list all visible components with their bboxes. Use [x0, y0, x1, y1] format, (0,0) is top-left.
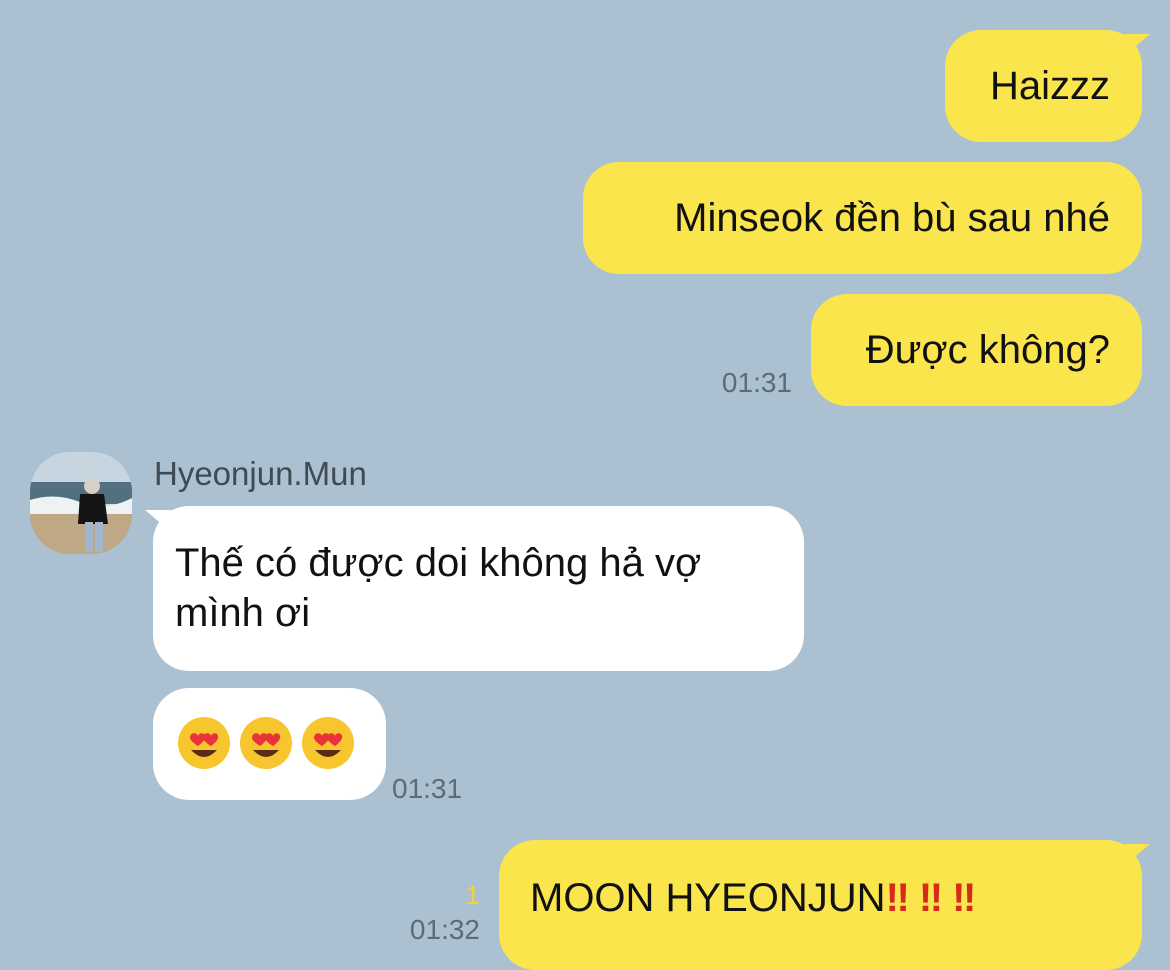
sender-avatar[interactable] — [30, 452, 132, 554]
message-timestamp: 01:31 — [392, 773, 463, 804]
heart-eyes-emoji-icon — [177, 716, 231, 782]
message-timestamp: 01:32 — [409, 914, 480, 945]
message-text: Được không? — [865, 328, 1110, 372]
heart-eyes-emoji-icon — [301, 716, 355, 782]
outgoing-message-bubble[interactable]: MOON HYEONJUN‼ ‼ ‼ — [499, 840, 1142, 970]
incoming-message-bubble[interactable] — [153, 688, 386, 800]
double-exclamation-icon: ‼ — [885, 876, 910, 920]
unread-count: 1 — [465, 880, 480, 910]
outgoing-message-bubble[interactable]: Minseok đền bù sau nhé — [583, 162, 1142, 274]
message-text: Minseok đền bù sau nhé — [674, 196, 1110, 240]
message-text: Thế có được doi không hả vợ mình ơi — [175, 541, 702, 635]
person-on-beach-image — [30, 452, 132, 554]
outgoing-message-bubble[interactable]: Được không? — [811, 294, 1142, 406]
incoming-message-bubble[interactable]: Thế có được doi không hả vợ mình ơi — [153, 506, 804, 671]
bubble-tail — [145, 510, 171, 532]
double-exclamation-icon: ‼ — [918, 876, 943, 920]
message-timestamp: 01:31 — [721, 367, 792, 398]
double-exclamation-icon: ‼ — [952, 876, 976, 920]
message-text: MOON HYEONJUN — [530, 876, 886, 920]
bubble-tail — [1124, 34, 1150, 56]
message-text: Haizzz — [989, 64, 1110, 108]
heart-eyes-emoji-icon — [239, 716, 293, 782]
outgoing-message-bubble[interactable]: Haizzz — [945, 30, 1142, 142]
sender-name: Hyeonjun.Mun — [154, 455, 367, 492]
bubble-tail — [1124, 844, 1150, 866]
